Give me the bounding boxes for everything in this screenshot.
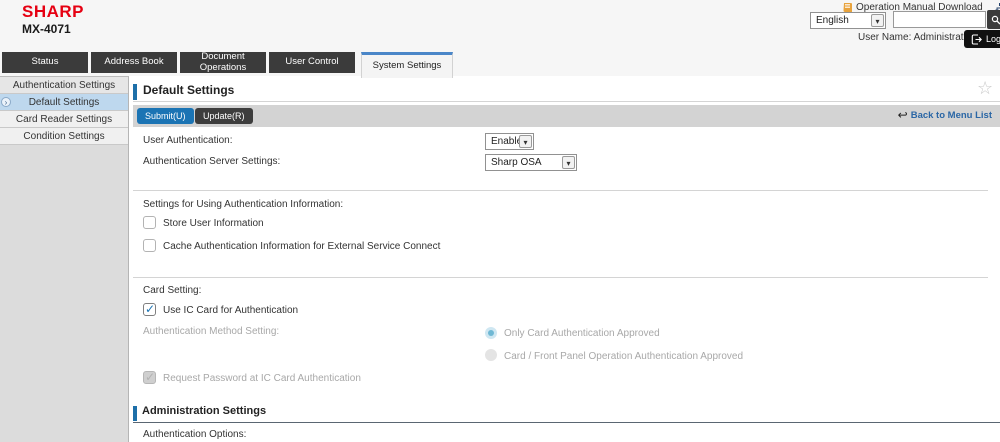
tab-label: Document Operations (180, 52, 266, 73)
tab-status[interactable]: Status (2, 52, 88, 73)
tab-bar: Status Address Book Document Operations … (0, 52, 1000, 78)
chevron-down-icon: ▾ (562, 156, 575, 169)
title-divider (133, 101, 1000, 102)
submit-button[interactable]: Submit(U) (137, 108, 194, 124)
logout-label: Logout (986, 34, 1000, 44)
card-front-panel-label: Card / Front Panel Operation Authenticat… (504, 351, 743, 362)
update-button[interactable]: Update(R) (195, 108, 253, 124)
chevron-down-icon: ▾ (871, 14, 884, 27)
back-to-menu-link[interactable]: ↩ Back to Menu List (898, 109, 992, 121)
admin-section-divider (133, 422, 1000, 423)
language-select[interactable]: English ▾ (810, 12, 886, 29)
store-user-info-label: Store User Information (163, 218, 264, 229)
use-ic-card-label: Use IC Card for Authentication (163, 305, 298, 316)
tab-system-settings[interactable]: System Settings (361, 52, 453, 78)
logout-icon (971, 34, 982, 45)
sidebar-item-condition-settings[interactable]: Condition Settings (0, 128, 128, 145)
section-divider (133, 277, 988, 278)
sidebar-item-label: Authentication Settings (13, 80, 115, 91)
cache-auth-info-label: Cache Authentication Information for Ext… (163, 241, 440, 252)
search-button[interactable] (987, 10, 1000, 29)
sidebar-item-label: Condition Settings (23, 131, 104, 142)
back-arrow-icon: ↩ (898, 109, 908, 121)
auth-server-settings-value: Sharp OSA (491, 157, 542, 168)
administration-settings-title: Administration Settings (142, 405, 266, 417)
check-icon: ✓ (145, 302, 155, 316)
section-accent-bar (133, 406, 137, 421)
sidebar-item-label: Default Settings (29, 97, 100, 108)
section-divider (133, 190, 988, 191)
model-number: MX-4071 (22, 22, 71, 36)
user-authentication-select[interactable]: Enable ▾ (485, 133, 534, 150)
tab-document-operations[interactable]: Document Operations (180, 52, 266, 73)
search-icon (991, 15, 1000, 25)
radio-dot (488, 330, 494, 336)
user-authentication-value: Enable (491, 136, 522, 147)
language-value: English (816, 15, 849, 26)
request-password-label: Request Password at IC Card Authenticati… (163, 373, 361, 384)
favorite-star-icon[interactable]: ☆ (977, 78, 993, 99)
toolbar: Submit(U) Update(R) ↩ Back to Menu List (133, 105, 1000, 127)
card-front-panel-radio[interactable] (485, 349, 497, 361)
page: SHARP MX-4071 Operation Manual Download … (0, 0, 1000, 442)
use-ic-card-checkbox[interactable]: ✓ (143, 303, 156, 316)
auth-info-section-label: Settings for Using Authentication Inform… (143, 199, 343, 210)
chevron-down-icon: ▾ (519, 135, 532, 148)
tab-label: Address Book (104, 57, 163, 67)
auth-server-settings-label: Authentication Server Settings: (143, 156, 280, 167)
card-setting-label: Card Setting: (143, 285, 201, 296)
sidebar-item-authentication-settings[interactable]: Authentication Settings (0, 77, 128, 94)
page-title: Default Settings (143, 83, 234, 97)
authentication-options-label: Authentication Options: (143, 429, 246, 440)
sidebar-item-card-reader-settings[interactable]: Card Reader Settings (0, 111, 128, 128)
title-accent-bar (133, 84, 137, 100)
store-user-info-checkbox[interactable] (143, 216, 156, 229)
check-icon: ✓ (145, 370, 155, 384)
request-password-checkbox: ✓ (143, 371, 156, 384)
tab-label: User Control (285, 57, 338, 67)
auth-method-setting-label: Authentication Method Setting: (143, 326, 279, 337)
tab-address-book[interactable]: Address Book (91, 52, 177, 73)
only-card-auth-radio[interactable] (485, 327, 497, 339)
sidebar-item-default-settings[interactable]: › Default Settings (0, 94, 128, 111)
cache-auth-info-checkbox[interactable] (143, 239, 156, 252)
back-to-menu-label: Back to Menu List (911, 110, 992, 121)
tab-user-control[interactable]: User Control (269, 52, 355, 73)
logout-button[interactable]: Logout (964, 30, 1000, 48)
brand-logo: SHARP (22, 2, 84, 22)
user-authentication-label: User Authentication: (143, 135, 233, 146)
tab-label: Status (32, 57, 59, 67)
sidebar-item-label: Card Reader Settings (16, 114, 112, 125)
user-name-label: User Name: Administrator (858, 32, 972, 43)
tab-label: System Settings (373, 61, 442, 71)
auth-server-settings-select[interactable]: Sharp OSA ▾ (485, 154, 577, 171)
only-card-auth-label: Only Card Authentication Approved (504, 328, 660, 339)
selected-arrow-icon: › (1, 97, 11, 107)
search-input[interactable] (893, 11, 986, 28)
